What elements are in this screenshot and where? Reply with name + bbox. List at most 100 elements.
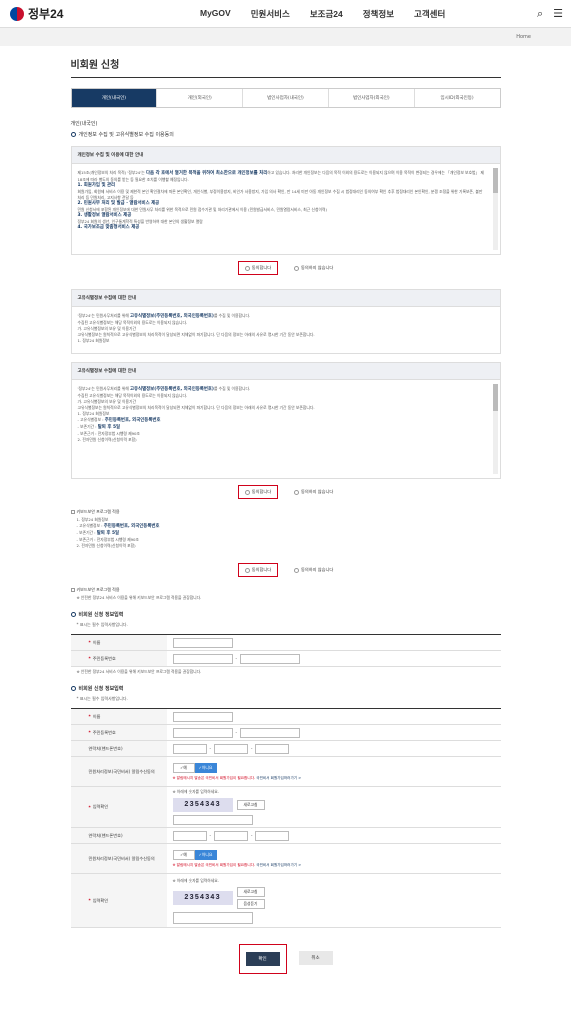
panel-title: 고유식별정보 수집에 대한 안내	[71, 290, 500, 307]
nav-civil-service[interactable]: 민원서비스	[251, 8, 290, 20]
rrn-back-input-2[interactable]	[239, 727, 300, 738]
tab-temp-id[interactable]: 임시ID(외국인등)	[415, 89, 500, 107]
keyboard-security-checkbox[interactable]: 키보드보안 프로그램 적용	[70, 509, 501, 515]
captcha-image-2: 2354343	[172, 890, 233, 905]
sms-consent-label: 민원처리정보(국민비서) 알림수신동의	[70, 757, 167, 786]
agree-radio-3[interactable]: 동의합니다	[237, 563, 279, 577]
section-label: 개인(내국인)	[70, 121, 98, 127]
keyboard-security-checkbox-2[interactable]: 키보드보안 프로그램 적용	[70, 587, 501, 593]
unique-id-panel: 고유식별정보 수집에 대한 안내 '정부24'는 민원사무처리를 위해 고유식별…	[70, 289, 501, 354]
menu-icon[interactable]: ☰	[553, 7, 563, 21]
kookmin-secretary-link-2[interactable]: 국민비서 회원가입하러가기 >	[256, 863, 301, 867]
agree-radio-1[interactable]: 동의합니다	[237, 261, 279, 275]
phone2-input-3[interactable]	[255, 830, 290, 841]
panel-scroll-body[interactable]: '정부24'는 민원사무처리를 위해 고유식별정보(주민등록번호, 외국인등록번…	[72, 380, 500, 478]
kookmin-secretary-link[interactable]: 국민비서 회원가입하러가기 >	[256, 776, 301, 780]
disagree-radio-3[interactable]: 동의하지 않습니다	[294, 567, 333, 573]
panel-title: 고유식별정보 수집에 대한 안내	[71, 363, 500, 380]
rrn-front-input-2[interactable]	[172, 727, 233, 738]
form2: * 이름 * 주민등록번호 - 연락처(핸드폰번호) - - 민원처리정보(국민비서) 알…	[70, 708, 501, 928]
tab-individual-korean[interactable]: 개인(내국인)	[71, 89, 158, 107]
radio-icon	[244, 489, 250, 495]
name-input-2[interactable]	[172, 711, 233, 722]
name-input[interactable]	[172, 637, 233, 648]
form1-note: ※ 안전한 정부24 서비스 이용을 위해 키보드보안 프로그램 적용을 권장합…	[76, 669, 202, 674]
consent-choice-1: 동의합니다 동의하지 않습니다	[71, 255, 501, 281]
confirm-highlight: 확인	[238, 944, 287, 974]
disagree-radio-2[interactable]: 동의하지 않습니다	[294, 489, 333, 495]
main-nav: MyGOV 민원서비스 보조금24 정책정보 고객센터	[200, 8, 445, 20]
circle-bullet-icon	[70, 686, 76, 691]
sms-consent-label-2: 민원처리정보(국민비서) 알림수신동의	[70, 844, 167, 873]
radio-icon	[294, 265, 300, 271]
consent-heading: 개인정보 수집 및 고유식별정보 수집 이용동의	[70, 131, 501, 138]
captcha-label-2: * 입력확인	[70, 874, 167, 927]
nav-mygov[interactable]: MyGOV	[200, 8, 231, 20]
tab-corp-foreign[interactable]: 법인사업자(외국인)	[329, 89, 415, 107]
tab-individual-foreign[interactable]: 개인(외국인)	[157, 89, 244, 107]
name-label-2: * 이름	[70, 709, 167, 724]
phone2-input-1[interactable]	[172, 830, 207, 841]
phone-input-3[interactable]	[255, 743, 290, 754]
disagree-radio-1[interactable]: 동의하지 않습니다	[294, 265, 333, 271]
captcha-note: ※ 아래에 숫자를 입력하세요.	[172, 789, 219, 794]
radio-icon	[294, 567, 300, 573]
required-note-2: * 표시는 필수 입력사항입니다.	[76, 696, 128, 701]
rrn-label: * 주민등록번호	[70, 651, 167, 666]
form2-title: 비회원 신청 정보입력	[70, 685, 501, 692]
phone-input-1[interactable]	[172, 743, 207, 754]
sms-no-toggle[interactable]: ✓ 아니요	[194, 762, 217, 773]
captcha-label: * 입력확인	[70, 787, 167, 827]
captcha-refresh-button[interactable]: 새로고침	[236, 800, 265, 810]
form-buttons: 확인 취소	[71, 944, 501, 974]
agree-radio-2[interactable]: 동의합니다	[237, 485, 279, 499]
captcha-input[interactable]	[172, 815, 253, 825]
site-header: 정부24 MyGOV 민원서비스 보조금24 정책정보 고객센터 ⌕ ☰	[0, 0, 571, 28]
sms-warning: ※ 알림메시지 발송은 국민비서 회원가입이 필요합니다. 국민비서 회원가입하…	[172, 775, 302, 780]
sms-warning-2: ※ 알림메시지 발송은 국민비서 회원가입이 필요합니다. 국민비서 회원가입하…	[172, 862, 302, 867]
required-note: * 표시는 필수 입력사항입니다.	[76, 622, 128, 627]
form1: * 이름 * 주민등록번호 -	[70, 634, 501, 667]
rrn-label-2: * 주민등록번호	[70, 725, 167, 740]
scrollbar[interactable]	[492, 384, 498, 474]
scrollbar[interactable]	[492, 168, 498, 250]
rrn-front-input[interactable]	[172, 653, 233, 664]
member-type-tabs: 개인(내국인) 개인(외국인) 법인사업자(내국인) 법인사업자(외국인) 임시…	[70, 88, 501, 108]
name-label: * 이름	[70, 635, 167, 650]
radio-icon	[244, 567, 250, 573]
breadcrumb-home[interactable]: Home	[516, 34, 531, 40]
panel-scroll-body-4[interactable]: 1. 정부24 회원정보 - 고유식별정보 : 주민등록번호, 외국인등록번호 …	[71, 517, 501, 557]
phone-label: 연락처(핸드폰번호)	[70, 741, 167, 756]
nav-customer-center[interactable]: 고객센터	[414, 8, 445, 20]
form1-title: 비회원 신청 정보입력	[70, 611, 501, 618]
captcha-input-2[interactable]	[172, 911, 253, 924]
captcha-note-2: ※ 아래에 숫자를 입력하세요.	[172, 877, 219, 883]
consent-choice-2: 동의합니다 동의하지 않습니다	[71, 479, 501, 505]
phone-input-2[interactable]	[213, 743, 248, 754]
unique-id-panel-2: 고유식별정보 수집에 대한 안내 '정부24'는 민원사무처리를 위해 고유식별…	[70, 362, 501, 479]
nav-policy[interactable]: 정책정보	[363, 8, 394, 20]
page-title: 비회원 신청	[70, 56, 501, 78]
search-icon[interactable]: ⌕	[537, 7, 543, 21]
circle-bullet-icon	[70, 612, 76, 617]
radio-icon	[244, 265, 250, 271]
phone-label-2: 연락처(핸드폰번호)	[70, 828, 167, 843]
panel-scroll-body[interactable]: 제15조(개인정보의 처리 목적) '정부24'는 다음 각 호에서 열거한 목…	[72, 164, 500, 254]
sms2-no-toggle[interactable]: ✓ 아니요	[194, 849, 217, 860]
panel-title: 개인정보 수집 및 이용에 대한 안내	[71, 147, 500, 164]
radio-icon	[294, 489, 300, 495]
checkbox-icon	[70, 510, 75, 514]
sms2-yes-toggle[interactable]: ✓ 예	[172, 849, 195, 860]
rrn-back-input[interactable]	[239, 653, 300, 664]
nav-subsidy[interactable]: 보조금24	[310, 8, 343, 20]
cancel-button[interactable]: 취소	[298, 951, 333, 965]
tab-corp-korean[interactable]: 법인사업자(내국인)	[243, 89, 329, 107]
sms-yes-toggle[interactable]: ✓ 예	[172, 762, 195, 773]
site-logo[interactable]: 정부24	[10, 5, 63, 22]
captcha-audio-button[interactable]: 음성듣기	[236, 898, 265, 909]
phone2-input-2[interactable]	[213, 830, 248, 841]
panel-scroll-body[interactable]: '정부24'는 민원사무처리를 위해 고유식별정보(주민등록번호, 외국인등록번…	[72, 307, 500, 353]
captcha-image: 2354343	[172, 798, 233, 812]
confirm-button[interactable]: 확인	[245, 952, 280, 966]
captcha-refresh-button-2[interactable]: 새로고침	[236, 886, 265, 897]
